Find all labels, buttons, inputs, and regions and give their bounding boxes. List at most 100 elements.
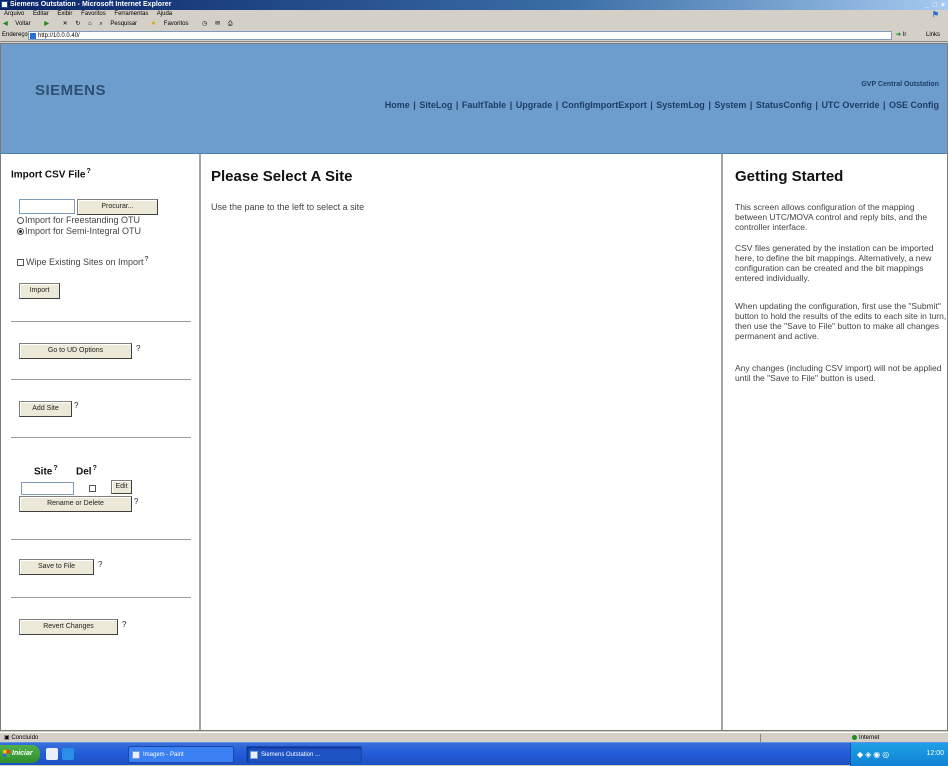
wipe-sites-row[interactable]: Wipe Existing Sites on Import?: [17, 256, 148, 267]
quicklaunch-ie-icon[interactable]: [62, 748, 74, 760]
links-button[interactable]: Links: [926, 29, 940, 42]
brand-logo: SIEMENS: [35, 82, 107, 99]
del-checkbox[interactable]: [89, 485, 96, 492]
print-button[interactable]: ⎙: [228, 21, 233, 27]
forward-button[interactable]: ▶: [44, 21, 55, 27]
left-pane: Import CSV File? Procurar... Import for …: [1, 154, 201, 730]
nav-utc-override[interactable]: UTC Override: [821, 100, 879, 110]
address-label: Endereço: [2, 32, 28, 38]
search-button[interactable]: ⌕ Pesquisar: [99, 21, 143, 27]
task-siemens-outstation[interactable]: Siemens Outstation ...: [246, 746, 362, 763]
menu-file[interactable]: Arquivo: [4, 11, 24, 17]
section-divider: [11, 321, 191, 322]
help-icon[interactable]: ?: [122, 620, 126, 629]
getting-started-title: Getting Started: [735, 168, 844, 185]
nav-separator: |: [553, 100, 561, 110]
address-url: http://10.0.0.40/: [38, 33, 80, 39]
zone-label: Internet: [859, 735, 880, 741]
nav-systemlog[interactable]: SystemLog: [656, 100, 705, 110]
radio-freestanding-row[interactable]: Import for Freestanding OTU: [17, 215, 140, 225]
center-instructions: Use the pane to the left to select a sit…: [211, 202, 365, 212]
wipe-sites-checkbox[interactable]: [17, 259, 24, 267]
import-csv-heading: Import CSV File?: [11, 168, 91, 180]
task-paint[interactable]: Imagem - Paint: [128, 746, 234, 763]
section-divider: [11, 597, 191, 598]
address-input[interactable]: http://10.0.0.40/: [28, 31, 892, 40]
quicklaunch-desktop-icon[interactable]: [46, 748, 58, 760]
nav-separator: |: [747, 100, 755, 110]
nav-config-import-export[interactable]: ConfigImportExport: [562, 100, 647, 110]
menu-view[interactable]: Exibir: [57, 11, 72, 17]
task-siemens-label: Siemens Outstation ...: [261, 752, 321, 758]
add-site-button[interactable]: Add Site: [19, 401, 72, 417]
save-to-file-button[interactable]: Save to File: [19, 559, 94, 575]
help-icon[interactable]: ?: [98, 560, 102, 569]
ie-window-icon: [1, 1, 8, 8]
menu-help[interactable]: Ajuda: [157, 11, 172, 17]
help-icon[interactable]: ?: [86, 168, 90, 175]
nav-system[interactable]: System: [714, 100, 746, 110]
right-pane: Getting Started This screen allows confi…: [725, 154, 947, 730]
paint-icon: [132, 751, 140, 759]
wipe-sites-label: Wipe Existing Sites on Import: [26, 257, 144, 267]
edit-button[interactable]: Edit: [111, 480, 132, 494]
history-button[interactable]: ◷: [202, 21, 207, 27]
menu-tools[interactable]: Ferramentas: [114, 11, 148, 17]
home-button[interactable]: ⌂: [88, 21, 92, 27]
help-paragraph: CSV files generated by the instation can…: [735, 243, 934, 283]
refresh-button[interactable]: ↻: [75, 21, 80, 27]
nav-separator: |: [410, 100, 419, 110]
menu-edit[interactable]: Editar: [33, 11, 49, 17]
header-banner: SIEMENS GVP Central Outstation Home | Si…: [1, 44, 947, 154]
nav-sitelog[interactable]: SiteLog: [419, 100, 452, 110]
import-button[interactable]: Import: [19, 283, 60, 299]
browser-window: Siemens Outstation - Microsoft Internet …: [0, 0, 948, 766]
nav-upgrade[interactable]: Upgrade: [516, 100, 553, 110]
tray-icons[interactable]: ◆◈◉◎: [857, 750, 891, 759]
help-icon[interactable]: ?: [136, 344, 140, 353]
browse-button[interactable]: Procurar...: [77, 199, 158, 215]
help-icon[interactable]: ?: [93, 465, 97, 472]
web-page: SIEMENS GVP Central Outstation Home | Si…: [0, 43, 948, 731]
rename-delete-button[interactable]: Rename or Delete: [19, 496, 132, 512]
csv-file-input[interactable]: [19, 199, 75, 214]
radio-semi-integral[interactable]: [17, 228, 24, 236]
back-button[interactable]: ◀ Voltar: [3, 21, 37, 27]
help-icon[interactable]: ?: [53, 465, 57, 472]
nav-separator: |: [812, 100, 821, 110]
windows-flag-icon: ⚑: [931, 10, 939, 19]
nav-statusconfig[interactable]: StatusConfig: [756, 100, 812, 110]
section-divider: [11, 437, 191, 438]
stop-button[interactable]: ✕: [63, 21, 68, 27]
nav-ose-config[interactable]: OSE Config: [889, 100, 939, 110]
nav-separator: |: [507, 100, 515, 110]
nav-faulttable[interactable]: FaultTable: [462, 100, 506, 110]
favorites-label: Favoritos: [163, 21, 189, 27]
page-icon: [30, 33, 36, 39]
help-icon[interactable]: ?: [74, 401, 78, 410]
radio-freestanding[interactable]: [17, 217, 24, 225]
go-button[interactable]: ➜ Ir: [896, 31, 920, 40]
help-icon[interactable]: ?: [134, 497, 138, 506]
del-label: Del: [76, 466, 92, 478]
help-icon[interactable]: ?: [145, 256, 149, 263]
ud-options-button[interactable]: Go to UD Options: [19, 343, 132, 359]
center-pane: Please Select A Site Use the pane to the…: [203, 154, 723, 730]
start-button[interactable]: Iniciar: [0, 745, 40, 763]
go-label: Ir: [902, 32, 907, 38]
site-input[interactable]: [21, 482, 74, 495]
favorites-button[interactable]: ★ Favoritos: [151, 21, 195, 27]
nav-home[interactable]: Home: [385, 100, 410, 110]
import-csv-label: Import CSV File: [11, 169, 86, 181]
menu-favorites[interactable]: Favoritos: [81, 11, 106, 17]
mail-button[interactable]: ✉: [215, 21, 220, 27]
forward-arrow-icon: ▶: [44, 21, 49, 27]
internet-zone-icon: [852, 734, 857, 740]
clock: 12:00: [926, 750, 944, 757]
radio-freestanding-label: Import for Freestanding OTU: [25, 215, 141, 225]
page-done-icon: ▣: [4, 735, 10, 741]
revert-changes-button[interactable]: Revert Changes: [19, 619, 118, 635]
radio-semi-integral-row[interactable]: Import for Semi-Integral OTU: [17, 226, 141, 236]
search-icon: ⌕: [99, 21, 103, 27]
center-title: Please Select A Site: [211, 168, 353, 185]
